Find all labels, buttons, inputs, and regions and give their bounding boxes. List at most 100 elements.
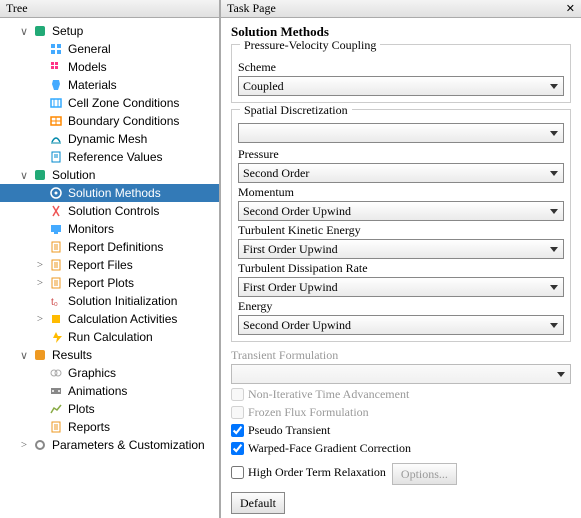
checkbox-hotr-input[interactable] [231,466,244,479]
checkbox-wfgc[interactable]: Warped-Face Gradient Correction [231,441,571,456]
tree-item-label: Materials [66,78,119,92]
task-panel: Task Page ✕ Solution Methods Pressure-Ve… [220,0,581,518]
default-button[interactable]: Default [231,492,285,514]
checkbox-nita: Non-Iterative Time Advancement [231,387,571,402]
energy-dropdown[interactable]: Second Order Upwind [238,315,564,335]
tree-item-calculation-activities[interactable]: > Calculation Activities [0,310,219,328]
params-icon [32,437,48,453]
tree-item-animations[interactable]: Animations [0,382,219,400]
slninit-icon: t₀ [48,293,64,309]
results-icon [32,347,48,363]
tree-item-solution-controls[interactable]: Solution Controls [0,202,219,220]
tree-item-report-plots[interactable]: > Report Plots [0,274,219,292]
tree-item-report-files[interactable]: > Report Files [0,256,219,274]
task-header: Task Page ✕ [221,0,581,18]
tree-item-models[interactable]: Models [0,58,219,76]
graphics-icon [48,365,64,381]
momentum-label: Momentum [238,185,564,200]
svg-text:t₀: t₀ [51,297,58,308]
gradient-dropdown[interactable] [238,123,564,143]
tree-item-label: Animations [66,384,129,398]
checkbox-pseudo-input[interactable] [231,424,244,437]
tree-item-label: Report Definitions [66,240,165,254]
slnmethods-icon [48,185,64,201]
tree-item-reports[interactable]: Reports [0,418,219,436]
chevron-right-icon[interactable]: > [34,277,46,289]
tree-item-graphics[interactable]: Graphics [0,364,219,382]
boundary-icon [48,113,64,129]
task-header-title: Task Page [227,1,276,16]
tke-dropdown[interactable]: First Order Upwind [238,239,564,259]
cellzone-icon [48,95,64,111]
transient-dropdown [231,364,571,384]
tree-item-label: Graphics [66,366,118,380]
reportdefs-icon [48,239,64,255]
options-button: Options... [392,463,457,485]
energy-label: Energy [238,299,564,314]
checkbox-hotr[interactable]: High Order Term Relaxation [231,465,386,480]
tree-item-parameters-customization[interactable]: >Parameters & Customization [0,436,219,454]
chevron-down-icon[interactable]: ∨ [18,25,30,38]
tree-item-report-definitions[interactable]: Report Definitions [0,238,219,256]
tree-item-label: Calculation Activities [66,312,179,326]
checkbox-pseudo[interactable]: Pseudo Transient [231,423,571,438]
chevron-right-icon[interactable]: > [18,439,30,451]
runcalc-icon [48,329,64,345]
scheme-label: Scheme [238,60,564,75]
chevron-down-icon[interactable]: ∨ [18,169,30,182]
tree-item-boundary-conditions[interactable]: Boundary Conditions [0,112,219,130]
tree-item-label: Solution Initialization [66,294,179,308]
tree-item-solution-methods[interactable]: Solution Methods [0,184,219,202]
models-icon [48,59,64,75]
monitors-icon [48,221,64,237]
tree-item-run-calculation[interactable]: Run Calculation [0,328,219,346]
tree-item-label: Boundary Conditions [66,114,181,128]
reportplots-icon [48,275,64,291]
tree-item-label: Run Calculation [66,330,155,344]
tree-item-label: General [66,42,113,56]
chevron-down-icon[interactable]: ∨ [18,349,30,362]
momentum-dropdown[interactable]: Second Order Upwind [238,201,564,221]
calcact-icon [48,311,64,327]
tree-item-dynamic-mesh[interactable]: Dynamic Mesh [0,130,219,148]
tree-item-monitors[interactable]: Monitors [0,220,219,238]
tdr-label: Turbulent Dissipation Rate [238,261,564,276]
animations-icon [48,383,64,399]
pressure-label: Pressure [238,147,564,162]
tree-item-materials[interactable]: Materials [0,76,219,94]
checkbox-nita-input [231,388,244,401]
tree-item-reference-values[interactable]: Reference Values [0,148,219,166]
tdr-dropdown[interactable]: First Order Upwind [238,277,564,297]
tree-item-plots[interactable]: Plots [0,400,219,418]
tree-item-label: Dynamic Mesh [66,132,149,146]
tree-item-label: Report Files [66,258,135,272]
tree-item-label: Reports [66,420,112,434]
chevron-right-icon[interactable]: > [34,259,46,271]
tree-item-label: Results [50,348,94,362]
tree-item-general[interactable]: General [0,40,219,58]
task-body: Solution Methods Pressure-Velocity Coupl… [221,18,581,518]
tree-item-results[interactable]: ∨ Results [0,346,219,364]
reports-icon [48,419,64,435]
tree-item-setup[interactable]: ∨Setup [0,22,219,40]
tree-item-cell-zone-conditions[interactable]: Cell Zone Conditions [0,94,219,112]
tree-title: Tree [6,1,28,16]
refvals-icon [48,149,64,165]
tree[interactable]: ∨Setup General Models Materials Cell Zone Co… [0,18,219,518]
reportfiles-icon [48,257,64,273]
tree-item-label: Solution Methods [66,186,215,200]
tree-item-solution-initialization[interactable]: t₀ Solution Initialization [0,292,219,310]
plots-icon [48,401,64,417]
checkbox-fff: Frozen Flux Formulation [231,405,571,420]
close-icon[interactable]: ✕ [566,2,575,15]
slncontrols-icon [48,203,64,219]
scheme-dropdown[interactable]: Coupled [238,76,564,96]
tree-item-label: Report Plots [66,276,136,290]
pressure-dropdown[interactable]: Second Order [238,163,564,183]
tree-item-label: Solution Controls [66,204,161,218]
tree-header: Tree [0,0,219,18]
tree-item-label: Plots [66,402,97,416]
checkbox-wfgc-input[interactable] [231,442,244,455]
tree-item-solution[interactable]: ∨Solution [0,166,219,184]
chevron-right-icon[interactable]: > [34,313,46,325]
